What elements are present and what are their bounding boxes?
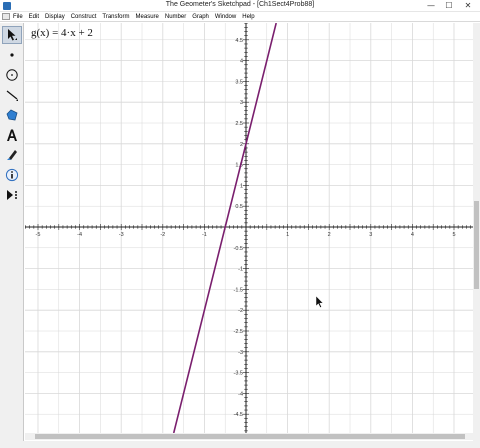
x-tick-label: 5	[452, 232, 455, 238]
maximize-button[interactable]: ☐	[441, 0, 457, 12]
function-label[interactable]: g(x) = 4·x + 2	[31, 27, 93, 39]
x-tick-label: 4	[411, 232, 414, 238]
marker-tool[interactable]	[2, 146, 22, 164]
point-tool[interactable]	[2, 46, 22, 64]
text-tool-icon	[7, 129, 17, 141]
y-tick-label: 3.5	[235, 79, 243, 85]
coordinate-axes	[25, 23, 473, 433]
straightedge-line-icon	[6, 90, 18, 101]
information-tool[interactable]	[2, 166, 22, 184]
x-tick-label: -4	[77, 232, 82, 238]
menu-construct[interactable]: Construct	[71, 14, 97, 20]
y-tick-label: 4.5	[235, 38, 243, 44]
y-tick-label: -4.5	[234, 412, 243, 418]
horizontal-scrollbar[interactable]	[25, 433, 473, 440]
menu-file[interactable]: File	[13, 14, 23, 20]
y-tick-label: 4	[240, 59, 243, 65]
mouse-cursor-icon	[315, 295, 324, 308]
x-tick-label: -2	[160, 232, 165, 238]
menu-measure[interactable]: Measure	[136, 14, 159, 20]
menu-graph[interactable]: Graph	[192, 14, 209, 20]
minimize-button[interactable]: —	[423, 0, 439, 12]
menu-help[interactable]: Help	[242, 14, 254, 20]
arrow-select-icon	[8, 29, 17, 41]
toolbox	[0, 23, 24, 448]
y-tick-label: -2	[238, 308, 243, 314]
menu-bar: File Edit Display Construct Transform Me…	[0, 12, 480, 22]
polygon-tool[interactable]	[2, 106, 22, 124]
x-tick-label: 3	[369, 232, 372, 238]
custom-tool[interactable]	[2, 186, 22, 204]
y-tick-label: -1.5	[234, 287, 243, 293]
vertical-scrollbar[interactable]	[473, 23, 480, 441]
x-tick-label: -3	[119, 232, 124, 238]
y-tick-label: 1	[240, 183, 243, 189]
polygon-icon	[6, 109, 18, 121]
y-tick-label: -2.5	[234, 329, 243, 335]
title-bar: The Geometer's Sketchpad - [Ch1Sect4Prob…	[0, 0, 480, 12]
y-tick-label: -3.5	[234, 371, 243, 377]
x-tick-label: -5	[36, 232, 41, 238]
menu-edit[interactable]: Edit	[29, 14, 39, 20]
vertical-scroll-thumb[interactable]	[474, 201, 479, 289]
x-tick-label: 2	[328, 232, 331, 238]
custom-tool-icon	[7, 190, 17, 200]
close-button[interactable]: ✕	[460, 0, 476, 12]
document-menu-icon[interactable]	[2, 13, 10, 20]
y-tick-label: -4	[238, 391, 243, 397]
x-tick-label: 1	[286, 232, 289, 238]
arrow-select-tool[interactable]	[2, 26, 22, 44]
x-tick-label: -1	[202, 232, 207, 238]
menu-display[interactable]: Display	[45, 14, 65, 20]
function-plot[interactable]: -5 -4 -3 -2 -1 1 2 3 4 5 -4.5 -4 -3.5 -3 -2.5 -2 -1.5 -1 -…	[25, 23, 473, 433]
horizontal-scroll-thumb[interactable]	[35, 434, 465, 439]
compass-tool[interactable]	[2, 66, 22, 84]
status-bar	[0, 441, 480, 448]
straightedge-tool[interactable]	[2, 86, 22, 104]
y-tick-label: 0.5	[235, 204, 243, 210]
point-icon	[10, 53, 14, 57]
menu-number[interactable]: Number	[165, 14, 186, 20]
marker-icon	[7, 150, 17, 160]
text-tool[interactable]	[2, 126, 22, 144]
sketch-canvas[interactable]: -5 -4 -3 -2 -1 1 2 3 4 5 -4.5 -4 -3.5 -3 -2.5 -2 -1.5 -1 -…	[25, 23, 473, 433]
y-tick-label: 2.5	[235, 121, 243, 127]
y-tick-label: 2	[240, 142, 243, 148]
menu-window[interactable]: Window	[215, 14, 236, 20]
window-title: The Geometer's Sketchpad - [Ch1Sect4Prob…	[165, 1, 315, 8]
compass-circle-icon	[6, 69, 18, 81]
y-tick-label: -1	[238, 267, 243, 273]
information-icon	[5, 168, 19, 182]
menu-transform[interactable]: Transform	[102, 14, 129, 20]
y-tick-label: -0.5	[234, 246, 243, 252]
y-tick-label: 3	[240, 100, 243, 106]
y-tick-label: -3	[238, 350, 243, 356]
